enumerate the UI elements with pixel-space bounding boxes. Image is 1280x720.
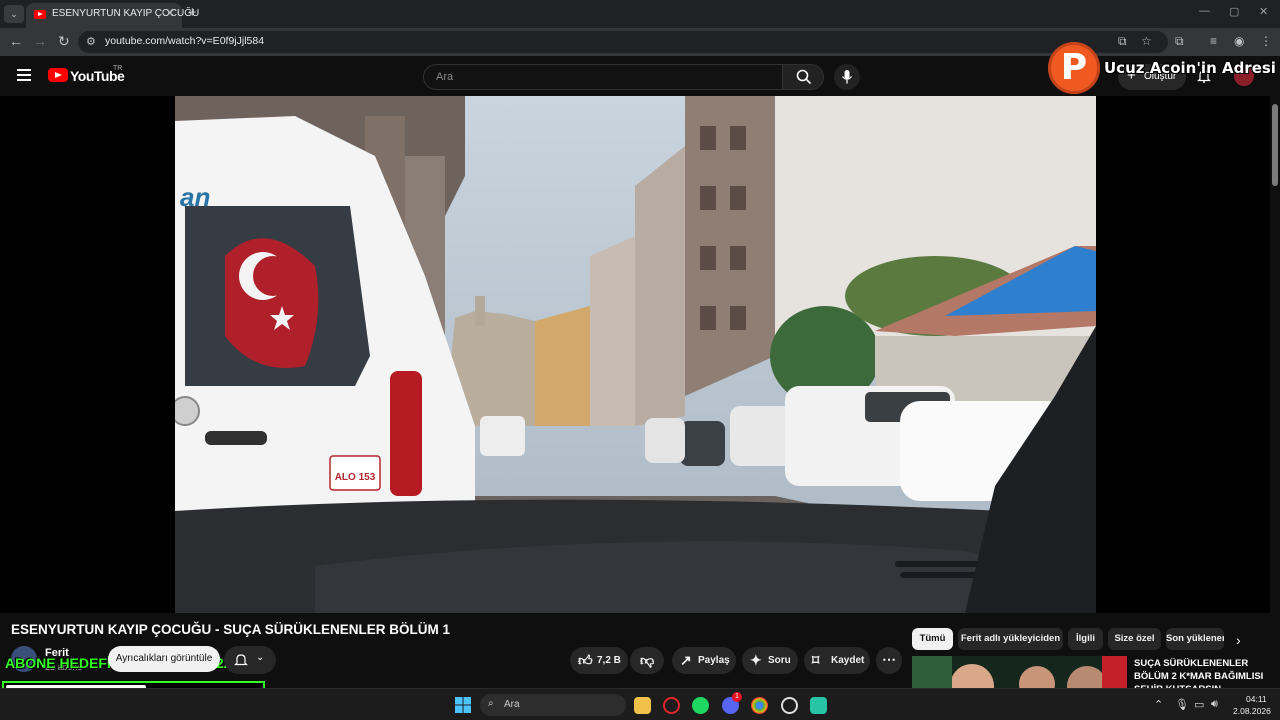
video-player[interactable]: ALO 153 an [0,96,1280,613]
clock-time[interactable]: 04:11 [1246,694,1267,704]
perks-tooltip[interactable]: Ayrıcalıkları görüntüle [108,646,220,672]
youtube-favicon-icon [34,10,46,19]
chip-from-uploader[interactable]: Ferit adlı yükleyiciden [958,628,1063,650]
thumbs-up-icon: 👍︎ [578,652,593,668]
share-button[interactable]: ↗ Paylaş [672,647,736,674]
video-title: ESENYURTUN KAYIP ÇOCUĞU - SUÇA SÜRÜKLENE… [11,622,451,637]
chip-related[interactable]: İlgili [1068,628,1103,650]
overlay-logo-letter: P [1060,47,1088,88]
sparkle-icon: ✦ [750,652,762,668]
file-explorer-icon[interactable] [634,697,651,714]
chip-all[interactable]: Tümü [912,628,953,650]
recommended-thumbnail-art [912,656,1127,688]
share-label: Paylaş [698,655,730,666]
url-text[interactable]: youtube.com/watch?v=E0f9jJjl584 [105,35,264,47]
search-button[interactable] [782,64,824,90]
page-scrollbar[interactable] [1270,96,1280,688]
microphone-tray-icon[interactable]: 🎙︎ [1175,698,1189,711]
windows-start-icon[interactable] [455,697,471,713]
back-icon[interactable]: ← [9,33,23,49]
spotify-icon[interactable] [692,697,709,714]
recommended-title[interactable]: SUÇA SÜRÜKLENENLER BÖLÜM 2 K*MAR BAĞIMLI… [1134,657,1264,688]
bookmark-star-icon[interactable]: ☆ [1141,34,1152,48]
window-close-icon[interactable]: ✕ [1259,5,1268,18]
tab-search-icon[interactable]: ⌄ [4,5,24,23]
discord-icon[interactable]: 1 [722,692,742,714]
search-input[interactable]: Ara [423,64,783,90]
search-placeholder: Ara [436,71,454,83]
subscriber-goal-label: ABONE HEDEFİ [5,655,111,671]
chrome-icon[interactable] [751,697,768,714]
app-icon[interactable] [810,697,827,714]
opera-icon[interactable] [663,697,680,714]
chevron-down-icon: ⌄ [256,652,265,663]
bookmark-icon: ⌑ [812,652,820,668]
profile-icon[interactable]: ◉ [1234,34,1244,48]
network-icon[interactable]: ▭ [1194,698,1204,711]
more-icon: ⋯ [882,651,896,667]
search-icon [796,69,812,85]
taskbar-search-label: Ara [504,699,520,710]
browser-tab-strip: ⌄ ESENYURTUN KAYIP ÇOCUĞU ✕ + — ▢ ✕ [0,0,1280,28]
tray-chevron-icon[interactable]: ⌃ [1154,698,1163,711]
tab-title: ESENYURTUN KAYIP ÇOCUĞU [52,8,200,19]
address-bar[interactable]: ⚙ youtube.com/watch?v=E0f9jJjl584 ⧉ ☆ [78,31,1168,53]
tab-close-icon[interactable]: ✕ [165,6,175,20]
chip-recent[interactable]: Son yüklenenler [1166,628,1224,650]
chip-for-you[interactable]: Size özel [1108,628,1161,650]
browser-tab-active[interactable]: ESENYURTUN KAYIP ÇOCUĞU ✕ [26,3,199,28]
video-frame[interactable]: ALO 153 an [175,96,1096,613]
obs-icon[interactable] [781,697,798,714]
volume-icon[interactable]: 🔊︎ [1211,698,1218,711]
taskbar-search[interactable]: ⌕ Ara [480,694,626,716]
van-sticker-text: ALO 153 [335,472,376,483]
microphone-icon [841,70,853,84]
minimize-icon[interactable]: — [1199,5,1210,17]
reading-list-icon[interactable]: ≡ [1210,34,1217,48]
subscription-bell-button[interactable]: ⌄ [224,646,276,674]
save-label: Kaydet [831,655,865,666]
discord-badge: 1 [732,692,742,702]
share-icon: ↗ [680,652,692,668]
dislike-button[interactable]: 👎︎ [630,647,664,674]
ask-button[interactable]: ✦ Soru [742,647,798,674]
reload-icon[interactable]: ↻ [58,33,70,50]
van-brand-text: an [180,182,210,212]
video-scene: ALO 153 an [175,96,1096,613]
thumbs-down-icon: 👎︎ [640,652,655,668]
clock-date[interactable]: 2.08.2026 [1233,706,1271,716]
extensions-icon[interactable]: ⧉ [1175,34,1184,49]
install-app-icon[interactable]: ⧉ [1118,34,1127,49]
new-tab-icon[interactable]: + [188,4,197,21]
site-info-icon[interactable]: ⚙ [86,35,96,48]
overlay-brand-logo: P [1048,42,1100,94]
forward-icon[interactable]: → [33,33,47,49]
bell-icon [234,654,248,666]
country-code: TR [113,65,123,72]
more-actions-button[interactable]: ⋯ [876,647,902,674]
save-button[interactable]: ⌑ Kaydet [804,647,870,674]
like-button[interactable]: 👍︎ 7,2 B [570,647,628,674]
menu-icon[interactable] [17,69,31,81]
overlay-brand-text: Ucuz Acoin'in Adresi [1104,59,1276,77]
taskbar-search-icon: ⌕ [488,698,494,709]
recommended-thumbnail[interactable] [912,656,1127,688]
scrollbar-thumb[interactable] [1272,104,1278,186]
maximize-icon[interactable]: ▢ [1229,5,1239,18]
chrome-menu-icon[interactable]: ⋮ [1260,34,1272,48]
chevron-right-icon[interactable]: › [1236,632,1241,648]
youtube-logo-icon[interactable] [48,68,68,82]
windows-taskbar: ⌕ Ara 1 ⌃ 🎙︎ ▭ 🔊︎ [0,688,1280,720]
voice-search-button[interactable] [834,64,860,90]
ask-label: Soru [768,655,791,666]
like-count: 7,2 B [597,655,621,666]
